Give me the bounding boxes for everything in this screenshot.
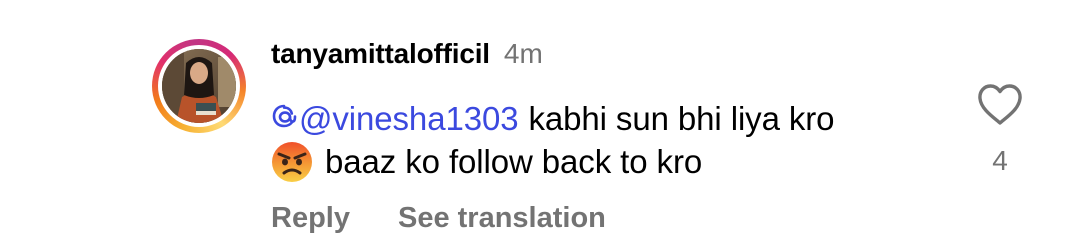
comment-actions: Reply See translation xyxy=(271,198,606,238)
mention-username[interactable]: @vinesha1303 xyxy=(299,100,519,138)
reply-button[interactable]: Reply xyxy=(271,202,350,235)
avatar-photo xyxy=(162,49,236,123)
mention-link[interactable]: @vinesha1303 xyxy=(271,100,519,138)
comment-text-1: kabhi sun bhi liya kro xyxy=(528,100,835,137)
threads-at-icon xyxy=(271,100,297,138)
timestamp: 4m xyxy=(503,38,543,69)
comment-text-line-1: @vinesha1303 kabhi sun bhi liya kro xyxy=(271,98,835,140)
username[interactable]: tanyamittalofficil xyxy=(271,38,490,70)
heart-outline-icon xyxy=(978,84,1022,125)
comment-text-line-2: baaz ko follow back to kro xyxy=(271,140,702,184)
like-count: 4 xyxy=(992,145,1008,176)
see-translation-button[interactable]: See translation xyxy=(398,202,606,235)
avatar-story-ring[interactable] xyxy=(152,39,246,133)
comment-item: tanyamittalofficil 4m @vinesha1303 kabhi… xyxy=(0,0,1070,252)
avatar[interactable] xyxy=(162,49,236,123)
angry-face-icon xyxy=(271,141,313,183)
comment-header: tanyamittalofficil 4m xyxy=(271,38,543,78)
like-button[interactable] xyxy=(975,82,1025,128)
avatar-ring-gap xyxy=(158,45,240,127)
comment-text-2: baaz ko follow back to kro xyxy=(325,143,703,180)
